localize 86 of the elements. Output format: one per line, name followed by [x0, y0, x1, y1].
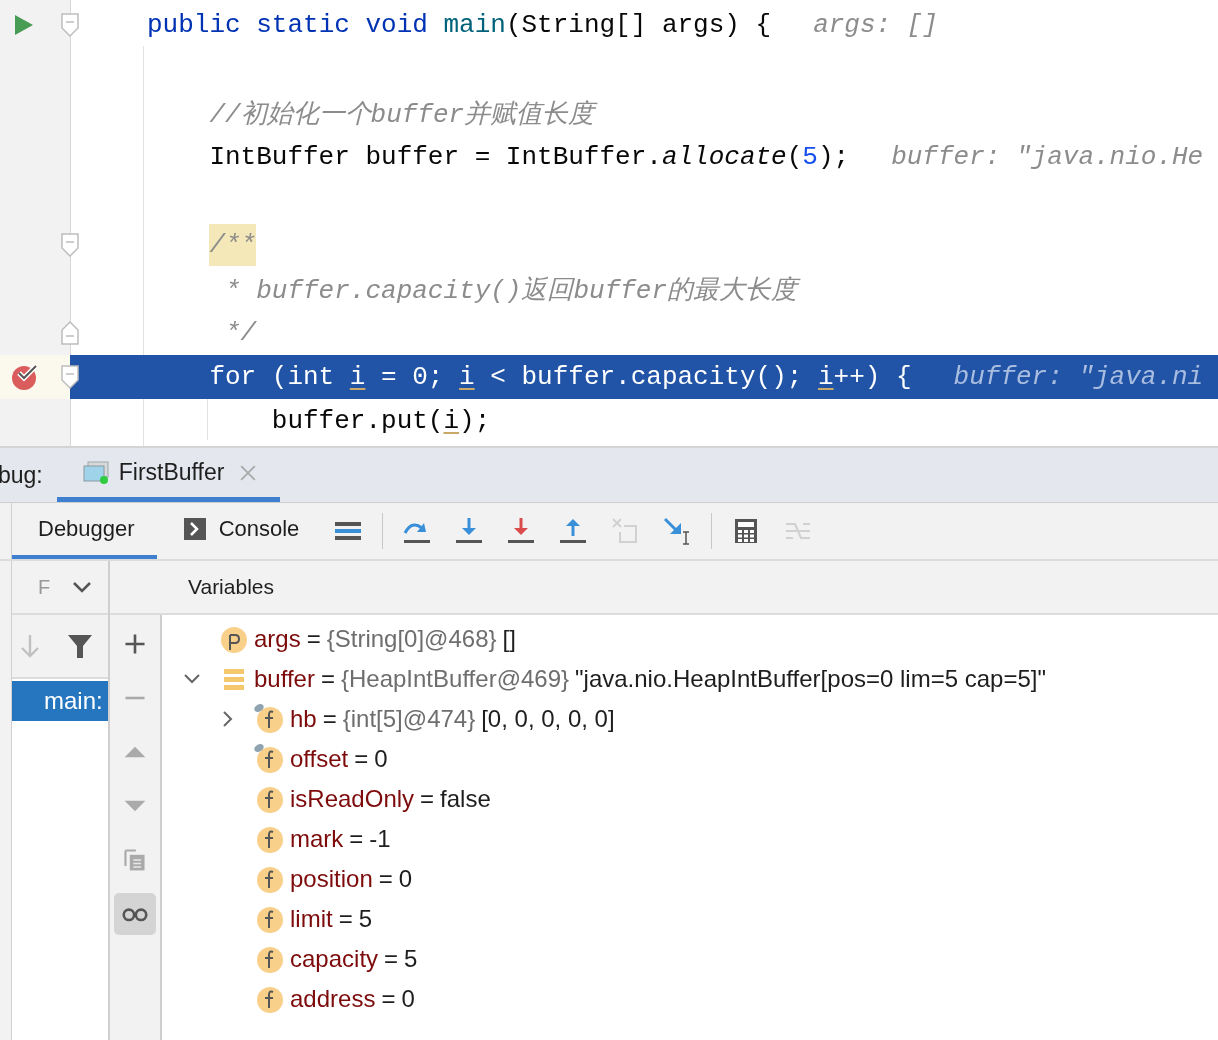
equals-sign: =: [420, 785, 435, 813]
code-text: < buffer.capacity();: [489, 362, 804, 392]
panel-title: bug:: [0, 461, 43, 489]
code-text: IntBuffer buffer = IntBuffer.: [209, 142, 662, 172]
variable-value: 0: [374, 745, 388, 773]
fold-marker-icon[interactable]: [61, 321, 79, 345]
variable-value: -1: [369, 825, 391, 853]
fold-marker-icon[interactable]: [61, 13, 79, 37]
variable-name: hb: [290, 705, 317, 733]
variable-name: isReadOnly: [290, 785, 415, 813]
stack-frame[interactable]: main:: [12, 681, 108, 721]
variable-value: 0: [398, 865, 413, 893]
console-icon: [182, 517, 207, 541]
parameter-icon: [218, 624, 248, 654]
window-icon: [82, 460, 111, 485]
equals-sign: =: [338, 905, 353, 933]
variable-value: false: [440, 785, 491, 813]
inline-value-hint: buffer: "java.nio.He: [891, 142, 1204, 172]
filter-icon[interactable]: [66, 632, 94, 660]
equals-sign: =: [306, 625, 321, 653]
field-icon: [254, 904, 284, 934]
code-editor[interactable]: [0, 0, 1218, 448]
variable-name: mark: [290, 825, 344, 853]
equals-sign: =: [381, 985, 396, 1013]
code-text: allocate: [661, 142, 787, 172]
breakpoint-icon[interactable]: [11, 362, 41, 392]
variables-title: Variables: [188, 575, 274, 599]
code-text: main: [443, 10, 506, 40]
code-text: = 0;: [380, 362, 445, 392]
frames-header: F: [38, 575, 51, 599]
inline-value-hint: buffer: "java.ni: [953, 362, 1204, 392]
variable-name: address: [290, 985, 376, 1013]
code-text: ++) {: [833, 362, 912, 392]
code-text: (String[] args) {: [505, 10, 772, 40]
variable-name: offset: [290, 745, 349, 773]
object-reference: {int[5]@474}: [342, 705, 476, 733]
field-icon: [254, 824, 284, 854]
variable-value: "java.nio.HeapIntBuffer[pos=0 lim=5 cap=5]": [575, 665, 1046, 693]
plus-icon[interactable]: [122, 631, 148, 657]
field-icon: [254, 984, 284, 1014]
variable-value: 0: [401, 985, 415, 1013]
field-icon: [254, 784, 284, 814]
equals-sign: =: [322, 705, 337, 733]
code-text: );: [459, 406, 491, 436]
variable-value: [0, 0, 0, 0, 0]: [481, 705, 615, 733]
chevron-down-icon[interactable]: [184, 674, 200, 684]
code-text: i: [817, 362, 834, 392]
variable-name: args: [254, 625, 301, 653]
code-text: /**: [209, 224, 257, 266]
force-step-into-icon[interactable]: [506, 516, 537, 546]
variable-name: limit: [290, 905, 333, 933]
equals-sign: =: [320, 665, 335, 693]
code-text: i: [459, 362, 475, 392]
variable-value: 5: [358, 905, 373, 933]
panel-tab[interactable]: Console: [156, 503, 322, 559]
code-text: i: [349, 362, 366, 392]
field-icon: [254, 864, 284, 894]
step-into-icon[interactable]: [454, 516, 485, 546]
code-text: );: [817, 142, 850, 172]
equals-sign: =: [378, 865, 393, 893]
field-icon: [254, 944, 284, 974]
equals-sign: =: [354, 745, 369, 773]
code-text: i: [443, 406, 460, 436]
toggle-button[interactable]: [114, 893, 156, 935]
code-text: */: [225, 318, 257, 348]
chevron-down-icon[interactable]: [72, 581, 93, 593]
step-out-icon[interactable]: [558, 516, 589, 546]
code-text: (: [786, 142, 803, 172]
fold-marker-icon[interactable]: [61, 233, 79, 257]
fold-marker-icon[interactable]: [61, 365, 79, 389]
variable-name: capacity: [290, 945, 379, 973]
variable-value: 5: [404, 945, 418, 973]
variable-name: buffer: [254, 665, 315, 693]
code-text: 5: [802, 142, 818, 172]
code-text: public static void: [147, 10, 429, 40]
inline-value-hint: args: []: [813, 10, 938, 40]
variable-name: position: [290, 865, 373, 893]
object-reference: {String[0]@468}: [326, 625, 497, 653]
object-reference: {HeapIntBuffer@469}: [340, 665, 570, 693]
code-text: buffer.put(: [271, 406, 444, 436]
equals-sign: =: [384, 945, 399, 973]
equals-sign: =: [349, 825, 364, 853]
chevron-right-icon[interactable]: [223, 711, 233, 727]
variable-value: []: [502, 625, 516, 653]
code-text: for (int: [209, 362, 336, 392]
run-icon[interactable]: [14, 14, 34, 36]
